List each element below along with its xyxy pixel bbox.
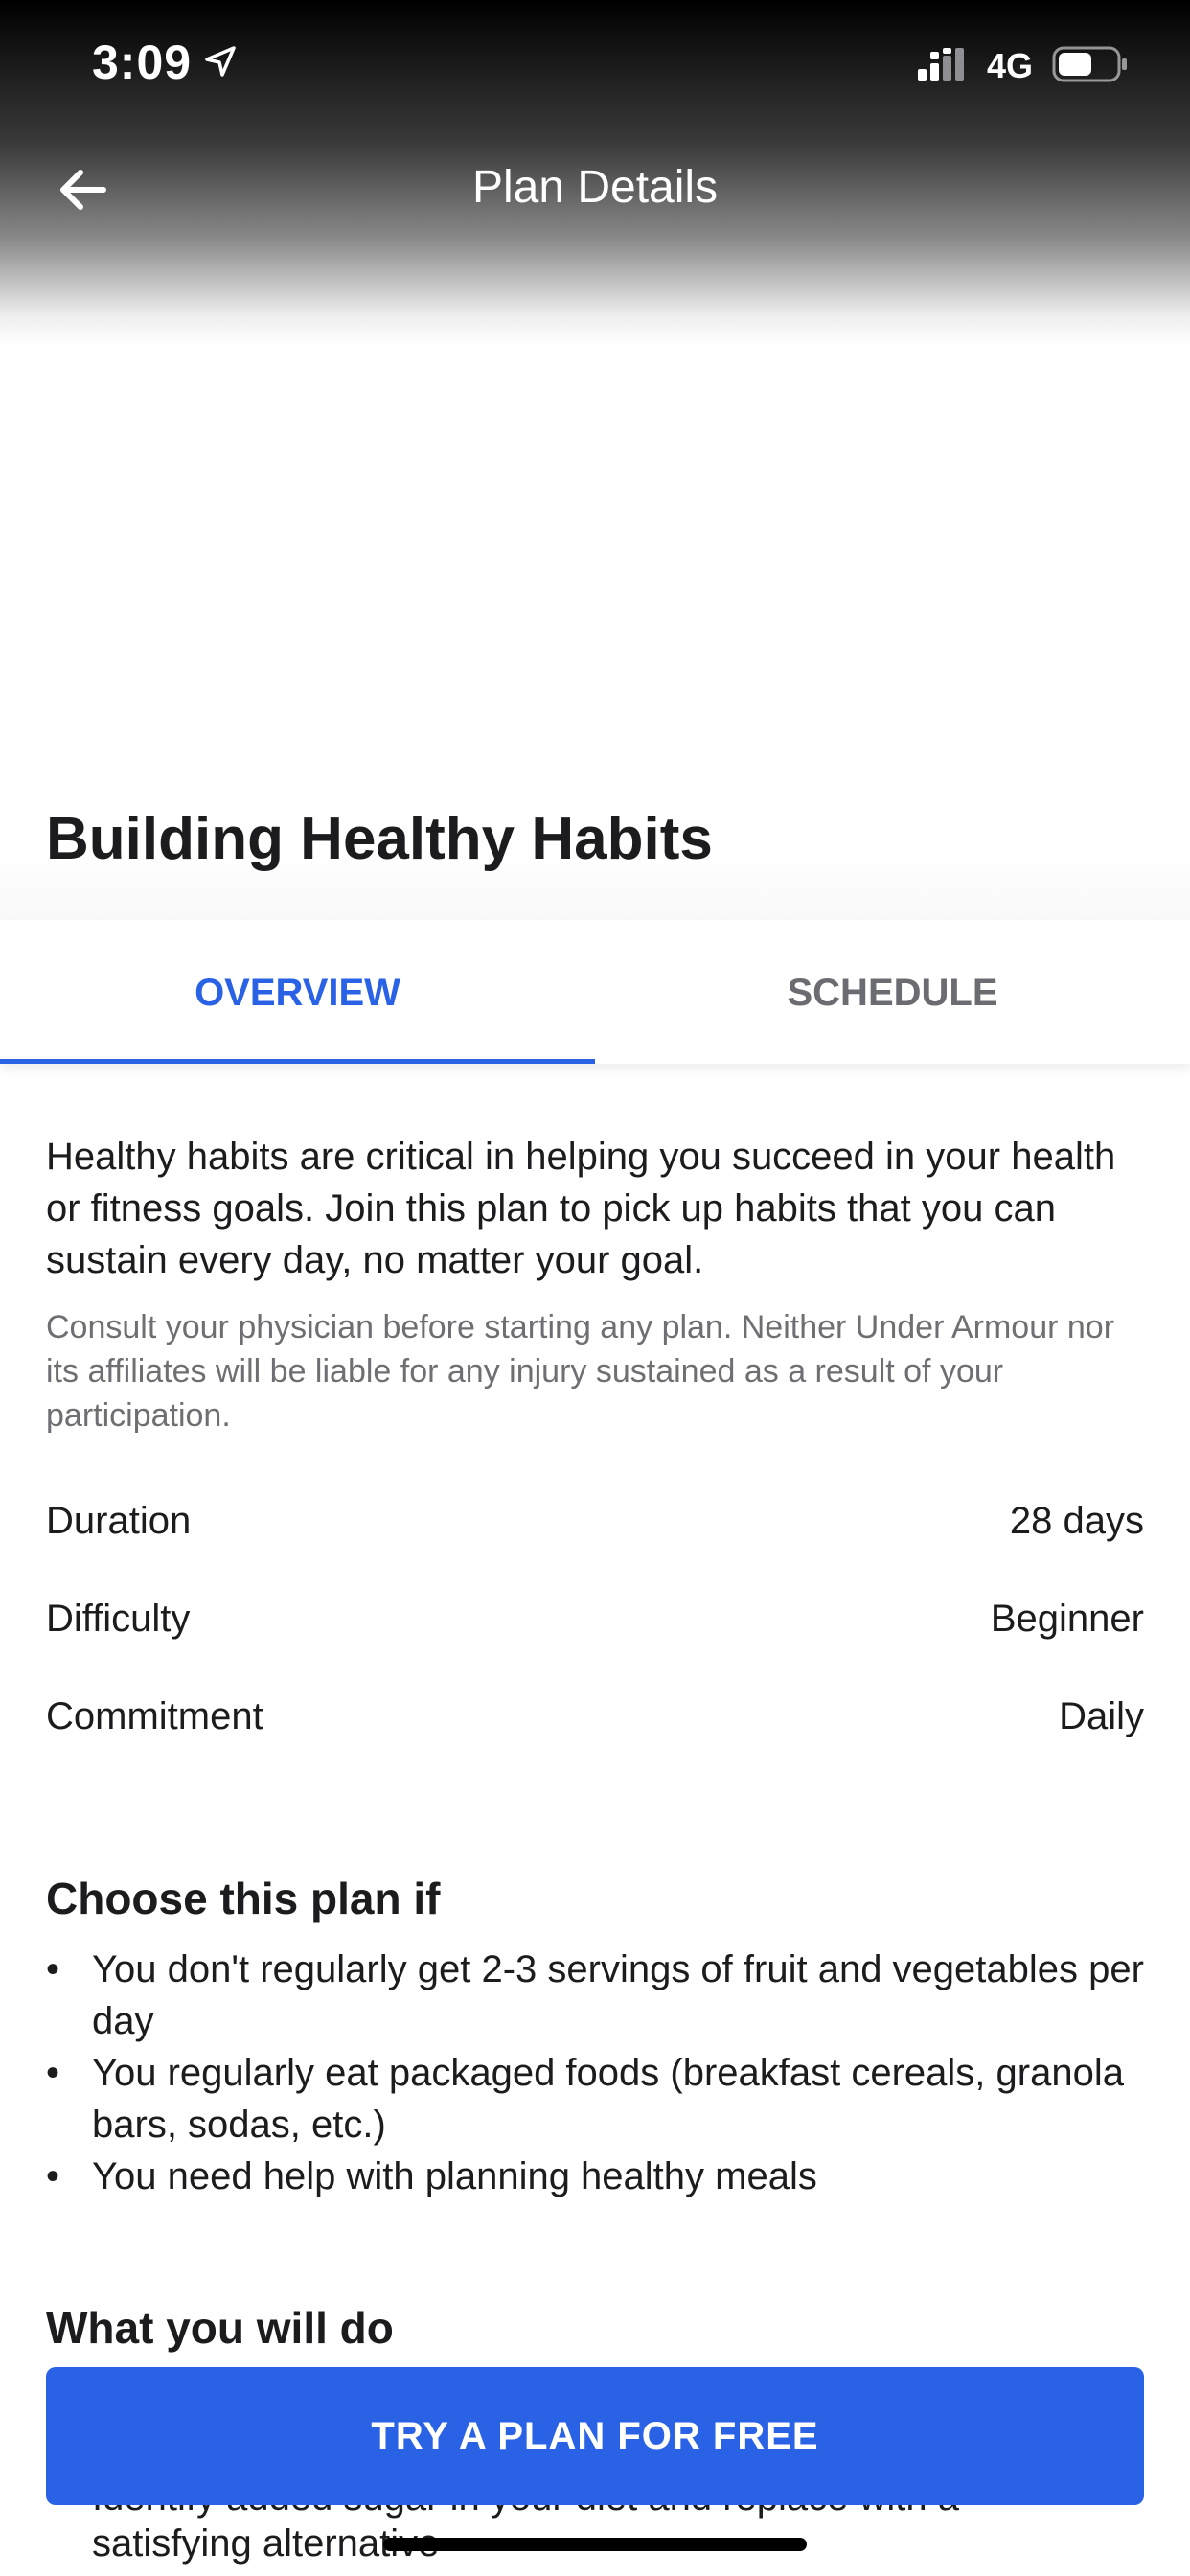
plan-disclaimer: Consult your physician before starting a… xyxy=(46,1309,1115,1434)
location-arrow-icon xyxy=(203,44,238,79)
active-tab-indicator xyxy=(0,1059,595,1064)
status-bar: 3:09 4G xyxy=(0,0,1190,125)
nav-title: Plan Details xyxy=(471,162,719,213)
detail-label: Duration xyxy=(46,1499,192,1542)
list-item-text: You regularly eat packaged foods (breakf… xyxy=(92,2052,1124,2146)
what-you-will-do-heading: What you will do xyxy=(46,2303,394,2353)
list-item: • You don't regularly get 2-3 servings of… xyxy=(46,1944,1144,2047)
plan-title: Building Healthy Habits xyxy=(46,806,713,872)
tab-overview-label: OVERVIEW xyxy=(195,971,400,1014)
plan-details-list: Duration 28 days Difficulty Beginner Com… xyxy=(46,1472,1144,1765)
try-plan-button[interactable]: TRY A PLAN FOR FREE xyxy=(46,2367,1144,2505)
detail-row-commitment: Commitment Daily xyxy=(46,1668,1144,1765)
detail-value: Beginner xyxy=(990,1597,1144,1640)
list-item-text: You need help with planning healthy meal… xyxy=(92,2155,817,2197)
plan-details-screen: 3:09 4G Plan Details Building Healthy Ha… xyxy=(0,0,1190,2576)
bullet-icon: • xyxy=(46,1948,60,1990)
home-indicator xyxy=(383,2538,807,2551)
detail-value: 28 days xyxy=(1009,1499,1144,1542)
detail-value: Daily xyxy=(1059,1694,1144,1737)
status-time: 3:09 xyxy=(92,35,193,89)
detail-row-duration: Duration 28 days xyxy=(46,1472,1144,1570)
tab-schedule-label: SCHEDULE xyxy=(787,971,998,1014)
overview-content: Healthy habits are critical in helping y… xyxy=(46,1131,1144,2354)
detail-label: Difficulty xyxy=(46,1597,191,1640)
navigation-bar: Plan Details xyxy=(0,144,1190,240)
tab-bar: OVERVIEW SCHEDULE xyxy=(0,922,1190,1064)
network-type: 4G xyxy=(987,46,1034,85)
choose-plan-list: • You don't regularly get 2-3 servings of… xyxy=(46,1944,1144,2202)
list-item-text: You don't regularly get 2-3 servings of … xyxy=(92,1948,1144,2042)
battery-icon xyxy=(1052,44,1129,84)
plan-description: Healthy habits are critical in helping y… xyxy=(46,1136,1116,1281)
detail-row-difficulty: Difficulty Beginner xyxy=(46,1570,1144,1668)
bullet-icon: • xyxy=(46,2052,60,2094)
signal-icon xyxy=(918,48,968,80)
choose-plan-heading: Choose this plan if xyxy=(46,1874,441,1923)
list-item: • You regularly eat packaged foods (break… xyxy=(46,2047,1144,2150)
plan-hero-image xyxy=(0,0,1190,920)
bullet-icon: • xyxy=(46,2155,60,2197)
list-item: • You need help with planning healthy mea… xyxy=(46,2150,1144,2202)
tab-overview[interactable]: OVERVIEW xyxy=(0,922,595,1064)
tab-schedule[interactable]: SCHEDULE xyxy=(595,922,1190,1064)
detail-label: Commitment xyxy=(46,1694,263,1737)
